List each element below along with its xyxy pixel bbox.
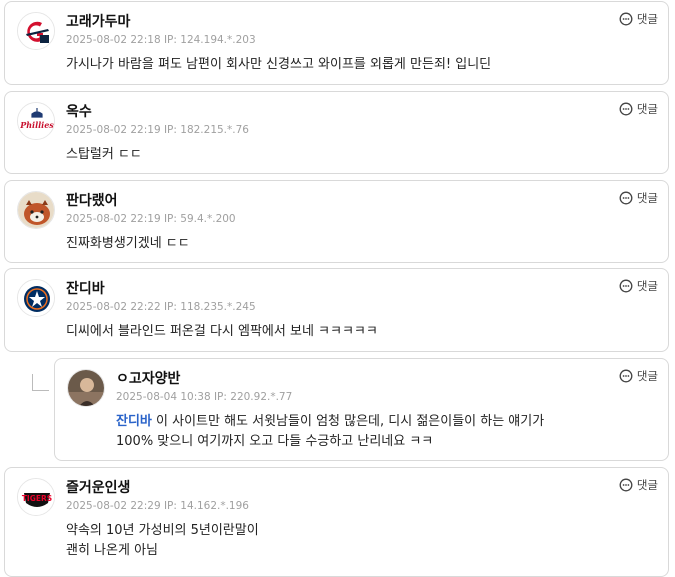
reply-connector [32, 374, 49, 391]
comment-nickname[interactable]: 판다랬어 [66, 190, 118, 210]
avatar[interactable] [17, 12, 55, 50]
comment-text-line: 약속의 10년 가성비의 5년이란말이 [66, 523, 259, 538]
reply-label: 댓글 [636, 279, 658, 293]
comment-body: 진짜화병생기겠네 ㄷㄷ [66, 234, 656, 254]
comment-card: 고래가두마 2025-08-02 22:18 IP: 124.194.*.203… [4, 1, 669, 85]
comment-body: 잔디바 이 사이트만 해도 서윗남들이 엄청 많은데, 디시 젊은이들이 하는 … [116, 412, 656, 452]
avatar[interactable]: TIGERS [17, 478, 55, 516]
comment-text-line: 100% 맞으니 여기까지 오고 다들 수긍하고 난리네요 ㅋㅋ [116, 434, 434, 449]
comment-meta: 2025-08-02 22:19 IP: 59.4.*.200 [66, 213, 236, 225]
comment-card: 잔디바 2025-08-02 22:22 IP: 118.235.*.245 디… [4, 268, 669, 352]
reply-button[interactable]: 댓글 [619, 11, 658, 27]
avatar[interactable]: Phillies [17, 102, 55, 140]
comment-meta: 2025-08-02 22:18 IP: 124.194.*.203 [66, 34, 256, 46]
comment-nickname[interactable]: 고래가두마 [66, 11, 130, 31]
comment-nickname[interactable]: ㅇ고자양반 [116, 368, 180, 388]
comment-text-line: 진짜화병생기겠네 ㄷㄷ [66, 236, 190, 251]
reply-label: 댓글 [636, 369, 658, 383]
mention-link[interactable]: 잔디바 [116, 414, 152, 429]
comment-meta: 2025-08-02 22:19 IP: 182.215.*.76 [66, 124, 249, 136]
svg-text:TIGERS: TIGERS [22, 494, 52, 503]
comment-text-line: 가시나가 바람을 펴도 남편이 회사만 신경쓰고 와이프를 외롭게 만든죄! 입… [66, 57, 492, 72]
comment-nickname[interactable]: 옥수 [66, 101, 92, 121]
reply-button[interactable]: 댓글 [619, 101, 658, 117]
comment-card: TIGERS 즐거운인생 2025-08-02 22:29 IP: 14.162… [4, 467, 669, 577]
comment-bubble-icon [619, 478, 633, 492]
reply-button[interactable]: 댓글 [619, 368, 658, 384]
comment-nickname[interactable]: 즐거운인생 [66, 477, 130, 497]
svg-text:Phillies: Phillies [19, 120, 54, 130]
comment-text-line: 이 사이트만 해도 서윗남들이 엄청 많은데, 디시 젊은이들이 하는 얘기가 [151, 414, 545, 429]
comment-bubble-icon [619, 191, 633, 205]
comment-bubble-icon [619, 102, 633, 116]
reply-label: 댓글 [636, 191, 658, 205]
reply-button[interactable]: 댓글 [619, 278, 658, 294]
reply-label: 댓글 [636, 102, 658, 116]
comment-nickname[interactable]: 잔디바 [66, 278, 105, 298]
comment-body: 스탑럴커 ㄷㄷ [66, 145, 656, 165]
reply-label: 댓글 [636, 12, 658, 26]
comment-card: 판다랬어 2025-08-02 22:19 IP: 59.4.*.200 진짜화… [4, 180, 669, 263]
comment-text-line: 괜히 나온게 아님 [66, 543, 158, 558]
comment-bubble-icon [619, 12, 633, 26]
comment-bubble-icon [619, 279, 633, 293]
comment-meta: 2025-08-02 22:29 IP: 14.162.*.196 [66, 500, 249, 512]
comment-text-line: 디씨에서 블라인드 퍼온걸 다시 엠팍에서 보네 ㅋㅋㅋㅋㅋ [66, 324, 378, 339]
comment-body: 약속의 10년 가성비의 5년이란말이 괜히 나온게 아님 [66, 521, 656, 561]
avatar[interactable] [17, 191, 55, 229]
comment-body: 디씨에서 블라인드 퍼온걸 다시 엠팍에서 보네 ㅋㅋㅋㅋㅋ [66, 322, 656, 342]
comment-meta: 2025-08-02 22:22 IP: 118.235.*.245 [66, 301, 256, 313]
comment-bubble-icon [619, 369, 633, 383]
comment-card: Phillies 옥수 2025-08-02 22:19 IP: 182.215… [4, 91, 669, 174]
reply-button[interactable]: 댓글 [619, 190, 658, 206]
reply-label: 댓글 [636, 478, 658, 492]
comment-body: 가시나가 바람을 펴도 남편이 회사만 신경쓰고 와이프를 외롭게 만든죄! 입… [66, 55, 656, 75]
comment-text-line: 스탑럴커 ㄷㄷ [66, 147, 142, 162]
avatar[interactable] [17, 279, 55, 317]
comment-meta: 2025-08-04 10:38 IP: 220.92.*.77 [116, 391, 293, 403]
reply-card: ㅇ고자양반 2025-08-04 10:38 IP: 220.92.*.77 잔… [54, 358, 669, 461]
avatar[interactable] [67, 369, 105, 407]
reply-button[interactable]: 댓글 [619, 477, 658, 493]
